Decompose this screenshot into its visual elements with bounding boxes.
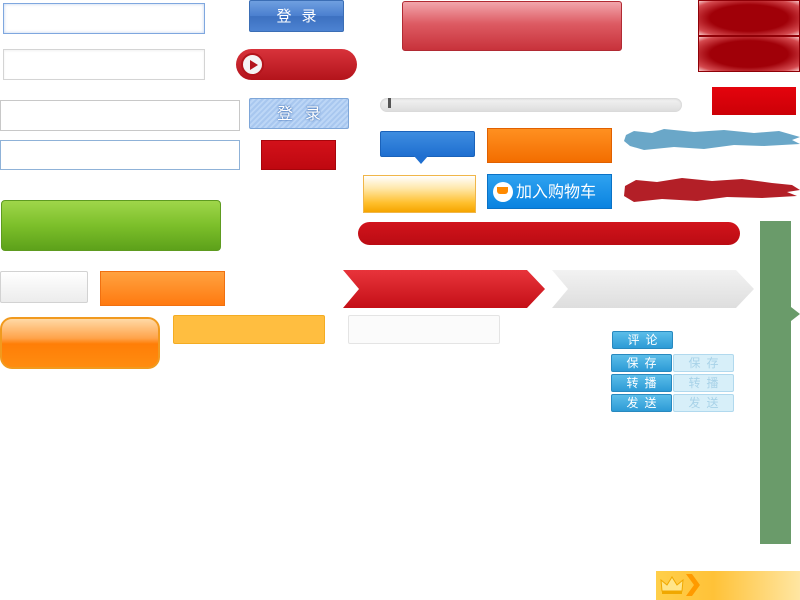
- red-glow-button-hover[interactable]: [698, 36, 800, 72]
- crown-banner[interactable]: [656, 571, 800, 600]
- send-button-disabled[interactable]: 发送: [673, 394, 734, 412]
- comment-button[interactable]: 评论: [612, 331, 673, 349]
- login-button-hover[interactable]: 登录: [249, 98, 349, 129]
- red-glow-button[interactable]: [698, 0, 800, 36]
- red-brush-stroke: [624, 178, 800, 202]
- grey-arrow-banner[interactable]: [552, 270, 754, 308]
- yellow-flat-button[interactable]: [173, 315, 325, 344]
- send-button[interactable]: 发送: [611, 394, 672, 412]
- text-input-wide-focused[interactable]: [0, 140, 240, 170]
- blue-brush-stroke: [624, 129, 800, 150]
- save-button[interactable]: 保存: [611, 354, 672, 372]
- login-button[interactable]: 登录: [249, 0, 344, 32]
- tooltip-pointer: [414, 156, 428, 164]
- slider-track[interactable]: [380, 98, 682, 112]
- text-input-wide[interactable]: [0, 100, 240, 131]
- green-side-bar[interactable]: [760, 221, 791, 544]
- chevron-right-icon: [686, 574, 700, 596]
- red-button-large[interactable]: [402, 1, 622, 51]
- yellow-gradient-button[interactable]: [363, 175, 476, 213]
- slider-handle[interactable]: [388, 98, 391, 108]
- add-to-cart-button[interactable]: 加入购物车: [487, 174, 612, 209]
- orange-button-flat[interactable]: [100, 271, 225, 306]
- text-input-focused[interactable]: [3, 3, 205, 34]
- forward-button-disabled[interactable]: 转播: [673, 374, 734, 392]
- play-icon: [241, 53, 264, 76]
- ui-button-sprite-sheet: 登录 登录 加入购物车 评论 保存 保存 转播 转播 发送 发送: [0, 0, 800, 600]
- red-button-small[interactable]: [261, 140, 336, 170]
- play-button[interactable]: [236, 49, 357, 80]
- side-bar-tab[interactable]: [791, 307, 800, 321]
- blue-tooltip-button[interactable]: [380, 131, 475, 157]
- green-button[interactable]: [1, 200, 221, 251]
- red-pill-bar[interactable]: [358, 222, 740, 245]
- cart-icon: [493, 182, 513, 202]
- crown-icon: [660, 576, 684, 594]
- orange-button[interactable]: [487, 128, 612, 163]
- save-button-disabled[interactable]: 保存: [673, 354, 734, 372]
- grey-button[interactable]: [0, 271, 88, 303]
- white-flat-button[interactable]: [348, 315, 500, 344]
- text-input[interactable]: [3, 49, 205, 80]
- red-arrow-banner[interactable]: [343, 270, 545, 308]
- orange-rounded-button[interactable]: [0, 317, 160, 369]
- add-to-cart-label: 加入购物车: [516, 182, 597, 201]
- forward-button[interactable]: 转播: [611, 374, 672, 392]
- red-flat-button[interactable]: [712, 87, 796, 115]
